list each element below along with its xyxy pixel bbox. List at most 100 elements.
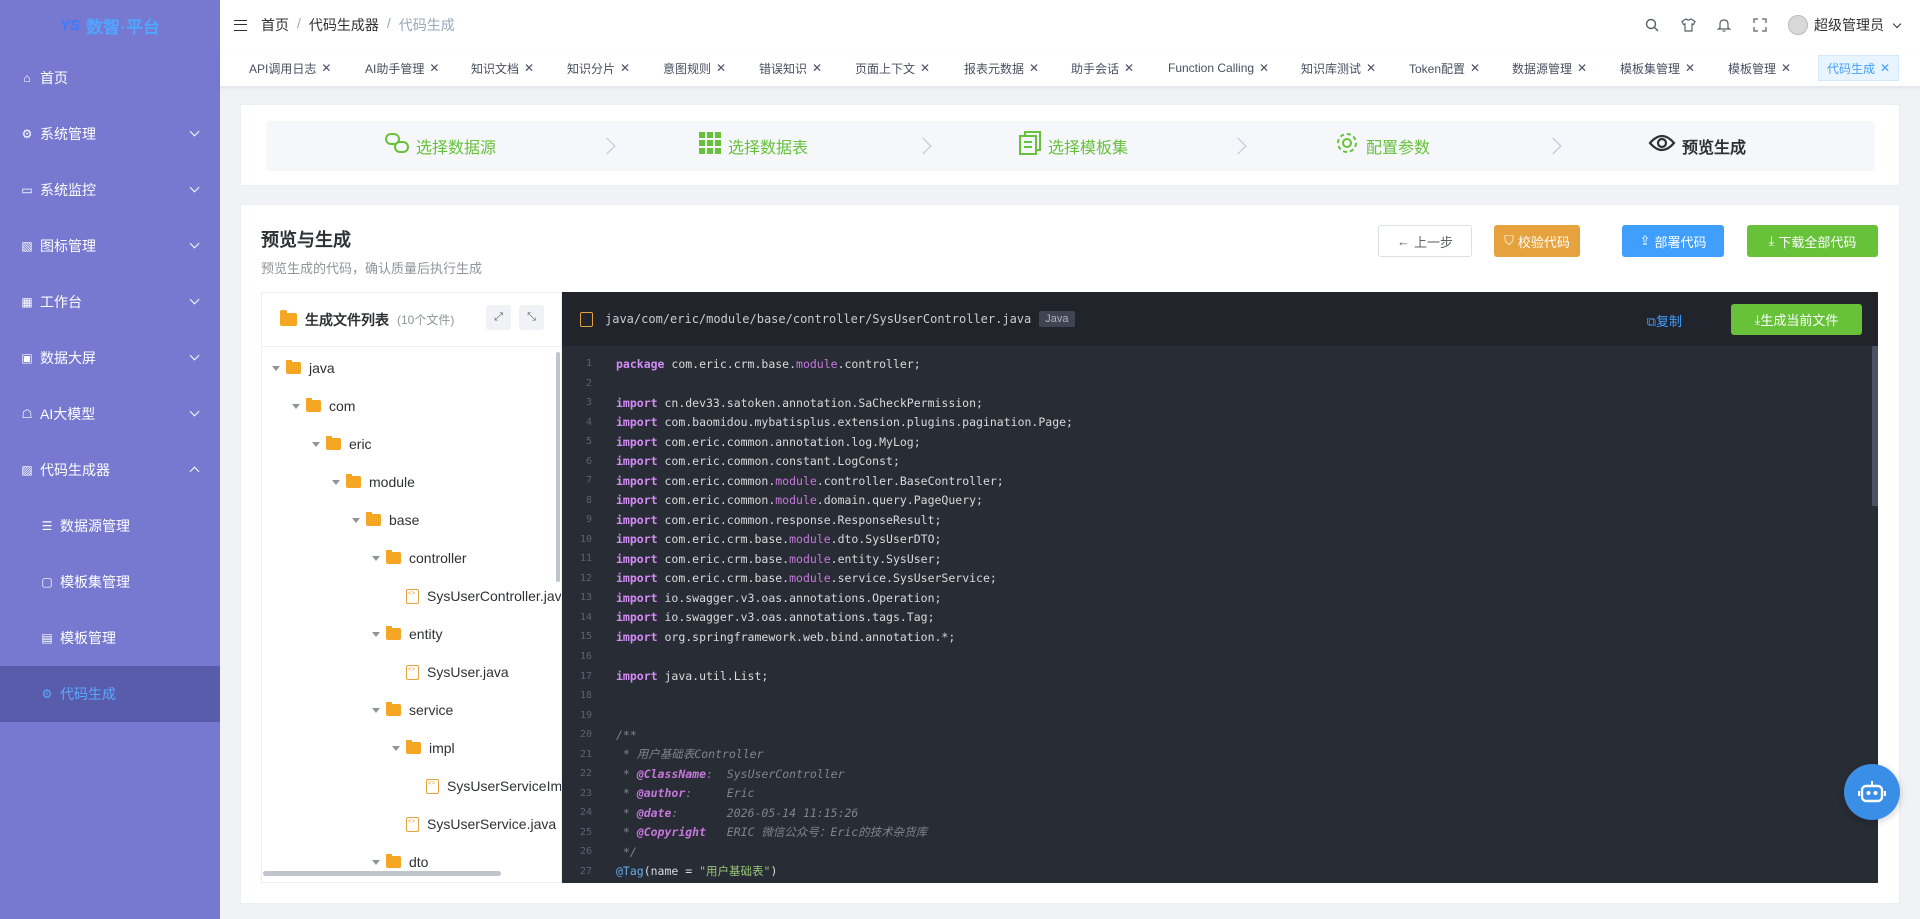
expand-all-icon[interactable]: ⤢ bbox=[486, 305, 511, 330]
tree-file[interactable]: SysUserService.java bbox=[392, 814, 556, 834]
step-1[interactable]: 选择数据表 bbox=[698, 121, 808, 171]
breadcrumb-section[interactable]: 代码生成器 bbox=[309, 15, 379, 35]
tree-folder[interactable]: controller bbox=[372, 548, 467, 568]
tree-folder[interactable]: service bbox=[372, 700, 453, 720]
tab-9[interactable]: Function Calling ✕ bbox=[1168, 55, 1269, 81]
arrow-left-icon: ← bbox=[1396, 233, 1410, 249]
caret-down-icon[interactable] bbox=[372, 859, 380, 865]
close-icon[interactable]: ✕ bbox=[1470, 61, 1480, 75]
tab-0[interactable]: API调用日志 ✕ bbox=[249, 55, 331, 81]
gear-icon: ⚙ bbox=[41, 687, 53, 701]
tab-12[interactable]: 数据源管理 ✕ bbox=[1512, 55, 1587, 81]
sidebar-subitem-2[interactable]: ▤ 模板管理 bbox=[0, 610, 220, 666]
caret-down-icon[interactable] bbox=[372, 631, 380, 637]
close-icon[interactable]: ✕ bbox=[620, 61, 630, 75]
tab-13[interactable]: 模板集管理 ✕ bbox=[1620, 55, 1695, 81]
tree-folder[interactable]: impl bbox=[392, 738, 455, 758]
line-number: 24 bbox=[579, 807, 592, 819]
close-icon[interactable]: ✕ bbox=[812, 61, 822, 75]
sidebar-item-1[interactable]: ⚙ 系统管理 bbox=[0, 106, 220, 162]
caret-down-icon[interactable] bbox=[332, 479, 340, 485]
caret-down-icon[interactable] bbox=[392, 745, 400, 751]
breadcrumb-home[interactable]: 首页 bbox=[261, 15, 289, 35]
bell-icon[interactable] bbox=[1716, 17, 1732, 33]
user-menu[interactable]: 超级管理员 bbox=[1788, 15, 1906, 35]
search-icon[interactable] bbox=[1644, 17, 1660, 33]
sidebar-item-3[interactable]: ▧ 图标管理 bbox=[0, 218, 220, 274]
tab-7[interactable]: 报表元数据 ✕ bbox=[964, 55, 1039, 81]
sidebar-item-0[interactable]: ⌂ 首页 bbox=[0, 50, 220, 106]
collapse-all-icon[interactable]: ⤡ bbox=[519, 305, 544, 330]
close-icon[interactable]: ✕ bbox=[1124, 61, 1134, 75]
copy-button[interactable]: ⧉复制 bbox=[1647, 311, 1682, 330]
tree-folder[interactable]: base bbox=[352, 510, 419, 530]
sidebar-item-6[interactable]: ☖ AI大模型 bbox=[0, 386, 220, 442]
tab-8[interactable]: 助手会话 ✕ bbox=[1071, 55, 1134, 81]
code-scrollbar[interactable] bbox=[1872, 346, 1878, 506]
code-editor[interactable]: 1 package com.eric.crm.base.module.contro… bbox=[562, 354, 1878, 881]
tree-file[interactable]: SysUserController.java bbox=[392, 586, 561, 606]
caret-down-icon[interactable] bbox=[372, 555, 380, 561]
prev-step-button[interactable]: ← 上一步 bbox=[1378, 225, 1472, 257]
tab-2[interactable]: 知识文档 ✕ bbox=[471, 55, 534, 81]
validate-code-button[interactable]: ⛉ 校验代码 bbox=[1494, 225, 1580, 257]
file-list-scrollbar[interactable] bbox=[556, 352, 560, 582]
sidebar-item-5[interactable]: ▣ 数据大屏 bbox=[0, 330, 220, 386]
sidebar-subitem-1[interactable]: ▢ 模板集管理 bbox=[0, 554, 220, 610]
close-icon[interactable]: ✕ bbox=[1781, 61, 1791, 75]
tab-4[interactable]: 意图规则 ✕ bbox=[663, 55, 726, 81]
download-all-button[interactable]: ⤓ 下载全部代码 bbox=[1747, 225, 1878, 257]
fullscreen-icon[interactable] bbox=[1752, 17, 1768, 33]
tree-folder[interactable]: dto bbox=[372, 852, 428, 872]
caret-down-icon[interactable] bbox=[352, 517, 360, 523]
tab-11[interactable]: Token配置 ✕ bbox=[1409, 55, 1480, 81]
close-icon[interactable]: ✕ bbox=[1880, 61, 1890, 75]
hamburger-icon[interactable] bbox=[234, 19, 247, 31]
tree-folder[interactable]: com bbox=[292, 396, 355, 416]
step-3[interactable]: 配置参数 bbox=[1334, 121, 1430, 171]
generate-current-button[interactable]: ⤓ 生成当前文件 bbox=[1731, 304, 1862, 335]
caret-down-icon[interactable] bbox=[372, 707, 380, 713]
sidebar-subitem-3[interactable]: ⚙ 代码生成 bbox=[0, 666, 220, 722]
sidebar-subitem-0[interactable]: ☰ 数据源管理 bbox=[0, 498, 220, 554]
caret-down-icon[interactable] bbox=[292, 403, 300, 409]
caret-down-icon[interactable] bbox=[312, 441, 320, 447]
file-list-hscrollbar[interactable] bbox=[263, 871, 501, 876]
tab-1[interactable]: AI助手管理 ✕ bbox=[365, 55, 439, 81]
close-icon[interactable]: ✕ bbox=[429, 61, 439, 75]
tree-file[interactable]: SysUserServiceImpl.java bbox=[412, 776, 561, 796]
tab-10[interactable]: 知识库测试 ✕ bbox=[1301, 55, 1376, 81]
close-icon[interactable]: ✕ bbox=[1029, 61, 1039, 75]
step-2[interactable]: 选择模板集 bbox=[1018, 121, 1128, 171]
close-icon[interactable]: ✕ bbox=[1577, 61, 1587, 75]
deploy-code-button[interactable]: ⇪ 部署代码 bbox=[1622, 225, 1724, 257]
sidebar-item-7[interactable]: ▨ 代码生成器 bbox=[0, 442, 220, 498]
sidebar-item-2[interactable]: ▭ 系统监控 bbox=[0, 162, 220, 218]
app-logo[interactable]: YS 数智·平台 bbox=[0, 0, 220, 50]
close-icon[interactable]: ✕ bbox=[716, 61, 726, 75]
tab-14[interactable]: 模板管理 ✕ bbox=[1728, 55, 1791, 81]
code-token: module bbox=[789, 551, 831, 566]
tree-folder[interactable]: module bbox=[332, 472, 415, 492]
tree-file[interactable]: SysUser.java bbox=[392, 662, 509, 682]
tree-folder[interactable]: eric bbox=[312, 434, 372, 454]
tree-folder[interactable]: entity bbox=[372, 624, 442, 644]
close-icon[interactable]: ✕ bbox=[321, 61, 331, 75]
close-icon[interactable]: ✕ bbox=[1259, 61, 1269, 75]
close-icon[interactable]: ✕ bbox=[920, 61, 930, 75]
step-0[interactable]: 选择数据源 bbox=[384, 121, 496, 171]
tab-6[interactable]: 页面上下文 ✕ bbox=[855, 55, 930, 81]
tab-15[interactable]: 代码生成 ✕ bbox=[1818, 55, 1900, 81]
caret-down-icon[interactable] bbox=[272, 365, 280, 371]
step-4[interactable]: 预览生成 bbox=[1648, 121, 1746, 171]
close-icon[interactable]: ✕ bbox=[1366, 61, 1376, 75]
close-icon[interactable]: ✕ bbox=[1685, 61, 1695, 75]
line-number: 6 bbox=[585, 455, 592, 467]
sidebar-item-4[interactable]: ▦ 工作台 bbox=[0, 274, 220, 330]
tree-folder[interactable]: java bbox=[272, 358, 335, 378]
close-icon[interactable]: ✕ bbox=[524, 61, 534, 75]
shirt-icon[interactable] bbox=[1680, 17, 1696, 33]
tab-5[interactable]: 错误知识 ✕ bbox=[759, 55, 822, 81]
ai-assistant-button[interactable] bbox=[1844, 764, 1900, 820]
tab-3[interactable]: 知识分片 ✕ bbox=[567, 55, 630, 81]
